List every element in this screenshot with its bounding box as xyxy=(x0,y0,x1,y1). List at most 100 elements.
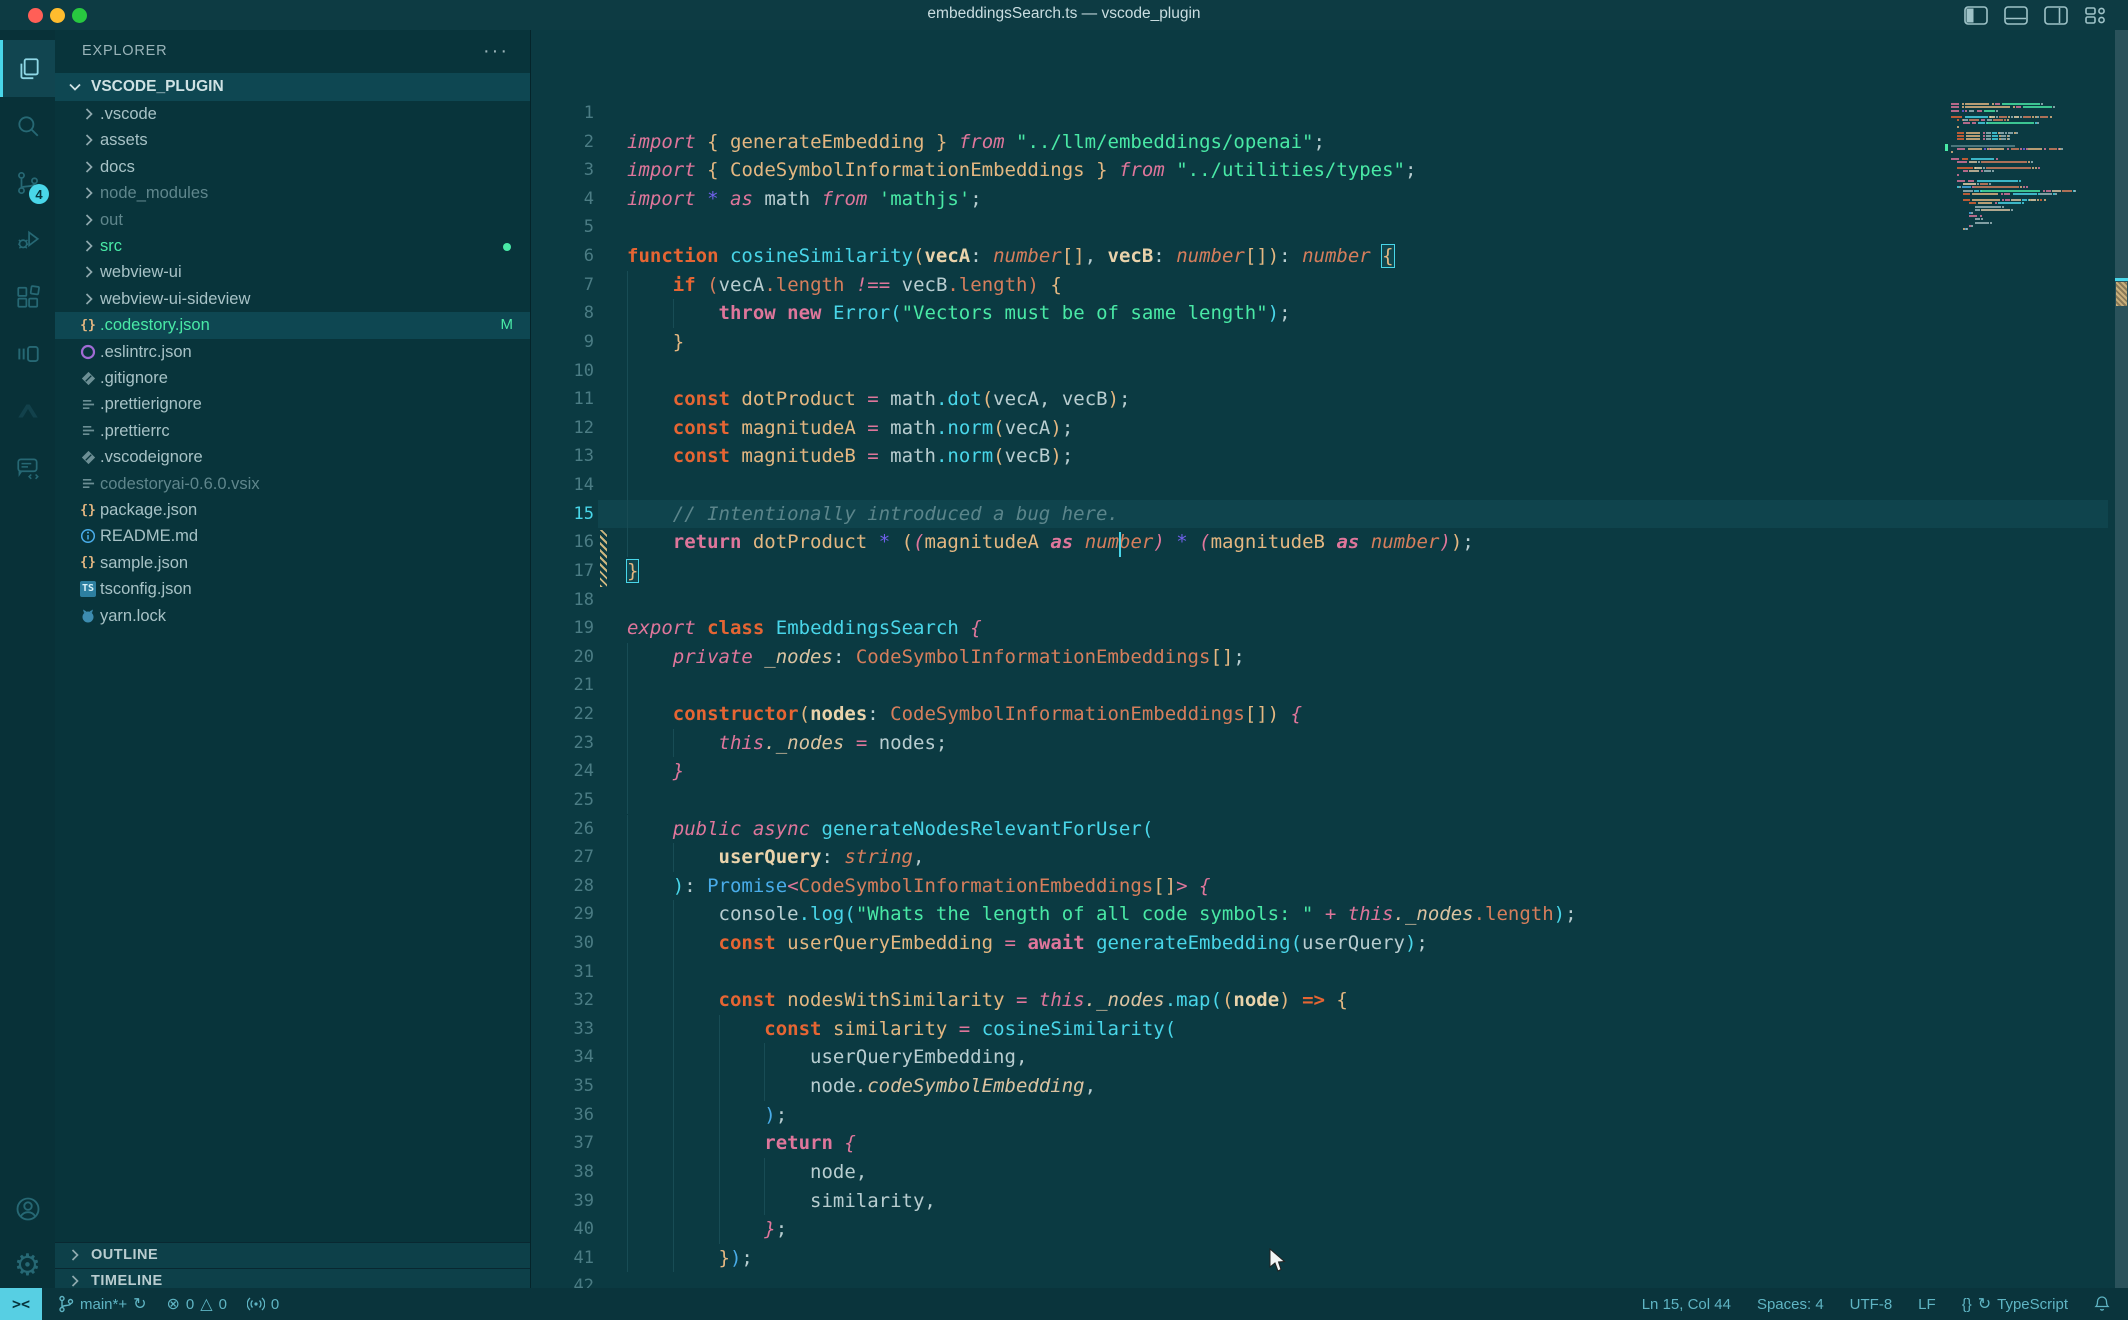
tree-folder--vscode[interactable]: .vscode xyxy=(55,101,531,127)
code-line-37[interactable]: 37 return { xyxy=(531,1129,2128,1158)
tree-folder-webview-ui-sideview[interactable]: webview-ui-sideview xyxy=(55,286,531,312)
code-line-28[interactable]: 28 ): Promise<CodeSymbolInformationEmbed… xyxy=(531,872,2128,901)
section-timeline[interactable]: TIMELINE xyxy=(55,1268,531,1288)
tree-folder-webview-ui[interactable]: webview-ui xyxy=(55,259,531,285)
tree-file-codestoryai-0-6-0-vsix[interactable]: codestoryai-0.6.0.vsix xyxy=(55,471,531,497)
code-line-31[interactable]: 31 xyxy=(531,958,2128,987)
minimap-line xyxy=(2053,106,2055,108)
tree-root-vscode-plugin[interactable]: VSCODE_PLUGIN xyxy=(55,73,531,101)
code-line-35[interactable]: 35 node.codeSymbolEmbedding, xyxy=(531,1072,2128,1101)
activity-search-icon[interactable] xyxy=(0,97,55,154)
code-line-3[interactable]: 3import { CodeSymbolInformationEmbedding… xyxy=(531,156,2128,185)
tree-file-sample-json[interactable]: {}sample.json xyxy=(55,550,531,576)
tree-folder-docs[interactable]: docs xyxy=(55,154,531,180)
code-line-40[interactable]: 40 }; xyxy=(531,1215,2128,1244)
code-line-30[interactable]: 30 const userQueryEmbedding = await gene… xyxy=(531,929,2128,958)
tree-file--eslintrc-json[interactable]: .eslintrc.json xyxy=(55,339,531,365)
code-line-26[interactable]: 26 public async generateNodesRelevantFor… xyxy=(531,815,2128,844)
tree-file-package-json[interactable]: {}package.json xyxy=(55,497,531,523)
problems-status[interactable]: ⊗ 0 △ 0 xyxy=(167,1294,227,1314)
minimap[interactable] xyxy=(1945,30,2105,330)
code-line-25[interactable]: 25 xyxy=(531,786,2128,815)
minimap-line xyxy=(1975,209,1980,211)
chevron-right-icon xyxy=(81,132,97,148)
code-line-29[interactable]: 29 console.log("Whats the length of all … xyxy=(531,900,2128,929)
code-line-7[interactable]: 7 if (vecA.length !== vecB.length) { xyxy=(531,271,2128,300)
encoding-status[interactable]: UTF-8 xyxy=(1850,1296,1893,1313)
toggle-secondary-sidebar-icon[interactable] xyxy=(2044,6,2068,25)
code-line-2[interactable]: 2import { generateEmbedding } from "../l… xyxy=(531,128,2128,157)
code-line-19[interactable]: 19export class EmbeddingsSearch { xyxy=(531,614,2128,643)
code-line-36[interactable]: 36 ); xyxy=(531,1101,2128,1130)
code-line-34[interactable]: 34 userQueryEmbedding, xyxy=(531,1043,2128,1072)
code-line-5[interactable]: 5 xyxy=(531,213,2128,242)
tree-file--codestory-json[interactable]: {}.codestory.jsonM xyxy=(55,312,531,338)
activity-settings-icon[interactable]: ⚙ xyxy=(0,1237,55,1294)
code-line-10[interactable]: 10 xyxy=(531,357,2128,386)
code-line-33[interactable]: 33 const similarity = cosineSimilarity( xyxy=(531,1015,2128,1044)
code-line-21[interactable]: 21 xyxy=(531,671,2128,700)
toggle-sidebar-icon[interactable] xyxy=(1964,6,1988,25)
tree-folder-node-modules[interactable]: node_modules xyxy=(55,180,531,206)
minimap-line xyxy=(1981,190,2040,192)
code-line-11[interactable]: 11 const dotProduct = math.dot(vecA, vec… xyxy=(531,385,2128,414)
tree-file--vscodeignore[interactable]: .vscodeignore xyxy=(55,444,531,470)
tree-folder-assets[interactable]: assets xyxy=(55,127,531,153)
code-line-14[interactable]: 14 xyxy=(531,471,2128,500)
broadcast-status[interactable]: 0 xyxy=(247,1296,279,1313)
code-line-22[interactable]: 22 constructor(nodes: CodeSymbolInformat… xyxy=(531,700,2128,729)
indentation-status[interactable]: Spaces: 4 xyxy=(1757,1296,1824,1313)
code-line-9[interactable]: 9 } xyxy=(531,328,2128,357)
code-line-1[interactable]: 1 xyxy=(531,99,2128,128)
code-line-32[interactable]: 32 const nodesWithSimilarity = this._nod… xyxy=(531,986,2128,1015)
indent-guide xyxy=(673,958,674,987)
code-line-17[interactable]: 17} xyxy=(531,557,2128,586)
code-line-6[interactable]: 6function cosineSimilarity(vecA: number[… xyxy=(531,242,2128,271)
activity-source-control-icon[interactable]: 4 xyxy=(0,154,55,211)
code-line-39[interactable]: 39 similarity, xyxy=(531,1187,2128,1216)
overview-ruler[interactable] xyxy=(2115,30,2128,1288)
remote-indicator[interactable]: >< xyxy=(0,1288,42,1320)
eol-status[interactable]: LF xyxy=(1918,1296,1936,1313)
code-line-42[interactable]: 42 xyxy=(531,1272,2128,1288)
activity-chat-icon[interactable] xyxy=(0,439,55,496)
code-line-15[interactable]: 15 // Intentionally introduced a bug her… xyxy=(531,500,2128,529)
code-line-38[interactable]: 38 node, xyxy=(531,1158,2128,1187)
activity-sideview-icon[interactable] xyxy=(0,325,55,382)
cursor-position-status[interactable]: Ln 15, Col 44 xyxy=(1642,1296,1731,1313)
minimap-line xyxy=(1984,148,1986,150)
tree-file--prettierignore[interactable]: .prettierignore xyxy=(55,391,531,417)
code-line-12[interactable]: 12 const magnitudeA = math.norm(vecA); xyxy=(531,414,2128,443)
code-line-23[interactable]: 23 this._nodes = nodes; xyxy=(531,729,2128,758)
code-line-8[interactable]: 8 throw new Error("Vectors must be of sa… xyxy=(531,299,2128,328)
toggle-panel-icon[interactable] xyxy=(2004,6,2028,25)
chevron-right-icon xyxy=(81,238,97,254)
git-branch-status[interactable]: main*+ ↻ xyxy=(58,1294,147,1314)
code-line-18[interactable]: 18 xyxy=(531,586,2128,615)
code-line-16[interactable]: 16 return dotProduct * ((magnitudeA as n… xyxy=(531,528,2128,557)
section-outline[interactable]: OUTLINE xyxy=(55,1242,531,1268)
activity-extensions-icon[interactable] xyxy=(0,268,55,325)
customize-layout-icon[interactable] xyxy=(2084,6,2108,25)
tree-file--prettierrc[interactable]: .prettierrc xyxy=(55,418,531,444)
code-line-41[interactable]: 41 }); xyxy=(531,1244,2128,1273)
tree-folder-src[interactable]: src xyxy=(55,233,531,259)
tree-file-tsconfig-json[interactable]: TStsconfig.json xyxy=(55,576,531,602)
code-line-13[interactable]: 13 const magnitudeB = math.norm(vecB); xyxy=(531,442,2128,471)
notifications-bell-icon[interactable] xyxy=(2094,1295,2110,1313)
views-more-actions-icon[interactable]: ··· xyxy=(483,40,509,63)
tree-folder-out[interactable]: out xyxy=(55,207,531,233)
code-line-4[interactable]: 4import * as math from 'mathjs'; xyxy=(531,185,2128,214)
language-status[interactable]: {} ↻ TypeScript xyxy=(1962,1294,2068,1314)
code-line-20[interactable]: 20 private _nodes: CodeSymbolInformation… xyxy=(531,643,2128,672)
code-line-24[interactable]: 24 } xyxy=(531,757,2128,786)
activity-account-icon[interactable] xyxy=(0,1180,55,1237)
tree-file-readme-md[interactable]: README.md xyxy=(55,523,531,549)
activity-run-debug-icon[interactable] xyxy=(0,211,55,268)
activity-codestory-icon[interactable] xyxy=(0,382,55,439)
tree-file--gitignore[interactable]: .gitignore xyxy=(55,365,531,391)
tree-file-yarn-lock[interactable]: yarn.lock xyxy=(55,603,531,629)
code-line-27[interactable]: 27 userQuery: string, xyxy=(531,843,2128,872)
code-editor[interactable]: 12import { generateEmbedding } from "../… xyxy=(531,30,2128,1288)
activity-explorer-icon[interactable] xyxy=(0,40,55,97)
